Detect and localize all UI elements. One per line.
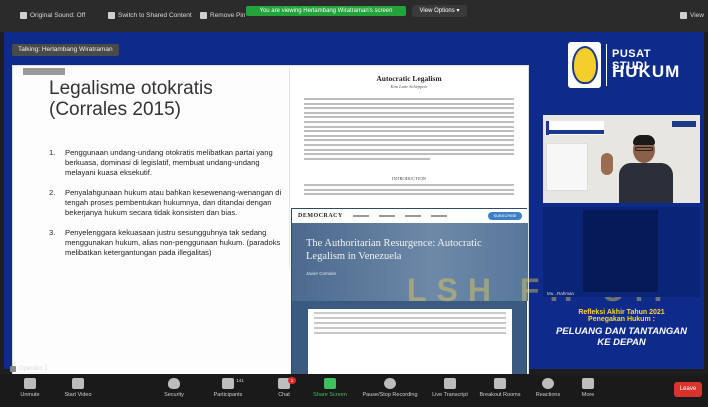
share-screen-icon [324, 378, 336, 389]
start-video-button[interactable]: Start Video [50, 378, 106, 398]
video-camera-icon [72, 378, 84, 389]
presentation-slide: Legalisme otokratis (Corrales 2015) 1. P… [12, 65, 529, 383]
share-screen-button[interactable]: Share Screen [302, 378, 358, 398]
participants-button[interactable]: 141 Participants [200, 378, 256, 398]
article-section-heading: INTRODUCTION [392, 176, 426, 181]
shield-icon [168, 378, 180, 389]
pin-icon [200, 12, 207, 19]
raised-hand [601, 153, 613, 175]
sound-icon [20, 12, 27, 19]
more-dots-icon [582, 378, 594, 389]
view-button[interactable]: View [680, 12, 704, 19]
participant-count: 141 [236, 378, 244, 383]
viewing-screen-banner: You are viewing Herlambang Wiratraman's … [246, 6, 406, 16]
bullet-item: 2. Penyalahgunaan hukum atau bahkan kese… [49, 188, 282, 217]
bullet-item: 3. Penyelenggara kekuasaan justru sesung… [49, 228, 281, 257]
journal-article-title: The Authoritarian Resurgence: Autocratic… [306, 238, 482, 262]
article-author: Kim Lane Scheppele [390, 84, 428, 89]
journal-article-author: Javier Corrales [306, 271, 337, 276]
journal-logo: DEMOCRACY [298, 213, 343, 219]
zoom-window: Original Sound: Off Switch to Shared Con… [0, 0, 708, 407]
background-logo [672, 121, 696, 127]
background-card [546, 143, 588, 191]
event-promo: Refleksi Akhir Tahun 2021 Penegakan Huku… [555, 309, 688, 348]
more-button[interactable]: More [560, 378, 616, 398]
article-body [304, 184, 514, 198]
security-button[interactable]: Security [146, 378, 202, 398]
view-options-button[interactable]: View Options ▾ [412, 5, 467, 17]
speaker-person [601, 133, 673, 203]
live-transcript-button[interactable]: Live Transcript [422, 378, 478, 398]
speaker-video-tile[interactable] [543, 115, 700, 203]
pusat-studi-hukum-logo: PUSAT STUDI HUKUM [568, 42, 688, 92]
breakout-rooms-icon [494, 378, 506, 389]
participant-name: Mu...Rahman [547, 291, 575, 296]
bullet-item: 1. Penggunaan undang-undang otokratis me… [49, 148, 273, 177]
mic-muted-icon [10, 366, 16, 372]
record-icon [384, 378, 396, 389]
participant-background [583, 210, 658, 292]
talking-indicator: Talking: Herlambang Wiratraman [12, 44, 119, 56]
chat-badge: 1 [288, 377, 296, 384]
people-icon [222, 378, 234, 389]
slide-tag [23, 68, 65, 75]
slide-bullets: 1. Penggunaan undang-undang otokratis me… [49, 148, 285, 268]
slide-title: Legalisme otokratis (Corrales 2015) [49, 78, 213, 120]
pause-stop-recording-button[interactable]: Pause/Stop Recording [354, 378, 426, 398]
journal-subscribe-button: SUBSCRIBE [488, 212, 522, 220]
cc-icon [444, 378, 456, 389]
switch-icon [108, 12, 115, 19]
article-abstract [304, 98, 514, 162]
microphone-icon [24, 378, 36, 389]
article-title: Autocratic Legalism [376, 74, 442, 83]
journal-body [308, 309, 512, 379]
top-bar: Original Sound: Off Switch to Shared Con… [0, 0, 708, 32]
background-banner [546, 121, 604, 135]
leave-button[interactable]: Leave [674, 382, 702, 397]
grid-view-icon [680, 12, 687, 19]
journal-nav: DEMOCRACY SUBSCRIBE [292, 209, 528, 223]
operator-label: Operator 1 [10, 366, 48, 372]
remove-pin-button[interactable]: Remove Pin [200, 12, 245, 19]
shared-screen-stage: Legalisme otokratis (Corrales 2015) 1. P… [4, 32, 704, 383]
switch-shared-content-button[interactable]: Switch to Shared Content [108, 12, 192, 19]
meeting-toolbar: Unmute Start Video Security 141 Particip… [0, 374, 708, 407]
original-sound-toggle[interactable]: Original Sound: Off [20, 12, 85, 19]
participant-video-tile[interactable]: Mu...Rahman [543, 207, 700, 297]
uii-seal-icon [568, 42, 601, 88]
smiley-icon [542, 378, 554, 389]
